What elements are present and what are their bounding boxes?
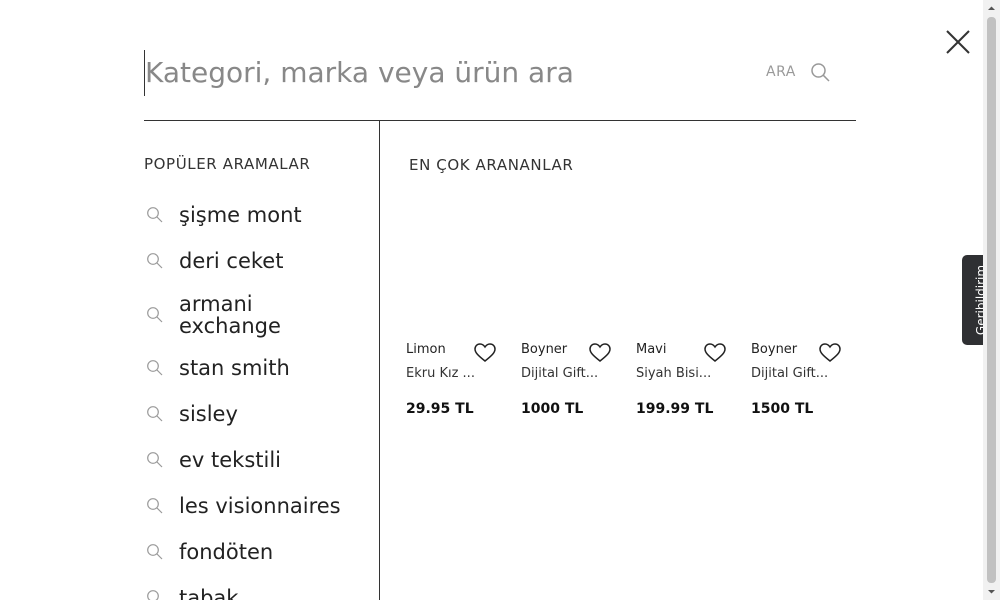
- popular-searches-list: şişme mont deri ceket armani exchange st…: [144, 200, 364, 600]
- scrollbar-thumb[interactable]: [987, 17, 996, 583]
- search-icon: [146, 589, 164, 600]
- product-price: 1000 TL: [521, 401, 584, 417]
- search-icon: [146, 306, 164, 324]
- popular-search-label: şişme mont: [179, 203, 302, 227]
- search-icon: [146, 252, 164, 270]
- scroll-down-arrow-icon[interactable]: [983, 583, 1000, 600]
- search-bar: ARA: [144, 48, 856, 96]
- popular-search-item[interactable]: les visionnaires: [144, 491, 364, 521]
- search-icon: [146, 206, 164, 224]
- search-icon[interactable]: [810, 62, 832, 84]
- product-brand: Boyner: [751, 342, 798, 357]
- popular-search-label: fondöten: [179, 540, 274, 564]
- popular-search-item[interactable]: deri ceket: [144, 246, 364, 276]
- search-icon: [146, 543, 164, 561]
- search-input[interactable]: [144, 48, 744, 96]
- popular-search-label: les visionnaires: [179, 494, 341, 518]
- product-card[interactable]: Boyner Dijital Gift... 1500 TL: [751, 340, 866, 430]
- product-name: Dijital Gift...: [751, 366, 829, 381]
- search-icon: [146, 359, 164, 377]
- heart-icon[interactable]: [474, 343, 496, 363]
- scrollbar[interactable]: [983, 0, 1000, 600]
- product-card[interactable]: Boyner Dijital Gift... 1000 TL: [521, 340, 636, 430]
- product-list: Limon Ekru Kız ... 29.95 TL Boyner Dijit…: [406, 340, 866, 430]
- popular-search-item[interactable]: ev tekstili: [144, 445, 364, 475]
- popular-search-item[interactable]: stan smith: [144, 353, 364, 383]
- popular-search-label: tabak: [179, 586, 239, 600]
- search-icon: [146, 405, 164, 423]
- vertical-divider: [379, 120, 380, 600]
- popular-search-item[interactable]: şişme mont: [144, 200, 364, 230]
- product-name: Siyah Bisi...: [636, 366, 712, 381]
- product-name: Dijital Gift...: [521, 366, 599, 381]
- scroll-up-arrow-icon[interactable]: [983, 0, 1000, 17]
- product-name: Ekru Kız ...: [406, 366, 475, 381]
- heart-icon[interactable]: [704, 343, 726, 363]
- product-brand: Limon: [406, 342, 446, 357]
- heart-icon[interactable]: [819, 343, 841, 363]
- close-icon[interactable]: [944, 28, 972, 56]
- search-icon: [146, 497, 164, 515]
- product-brand: Mavi: [636, 342, 667, 357]
- horizontal-divider: [144, 120, 856, 121]
- text-caret: [144, 50, 145, 96]
- search-button-label[interactable]: ARA: [766, 64, 796, 80]
- popular-search-label: ev tekstili: [179, 448, 282, 472]
- most-searched-title: EN ÇOK ARANANLAR: [409, 156, 574, 174]
- product-brand: Boyner: [521, 342, 568, 357]
- popular-search-label: deri ceket: [179, 249, 284, 273]
- heart-icon[interactable]: [589, 343, 611, 363]
- product-price: 29.95 TL: [406, 401, 474, 417]
- product-price: 1500 TL: [751, 401, 814, 417]
- product-card[interactable]: Limon Ekru Kız ... 29.95 TL: [406, 340, 521, 430]
- popular-search-label: armani exchange: [179, 292, 281, 338]
- popular-search-item[interactable]: tabak: [144, 583, 364, 600]
- popular-search-label: sisley: [179, 402, 238, 426]
- popular-search-label: stan smith: [179, 356, 290, 380]
- product-price: 199.99 TL: [636, 401, 714, 417]
- popular-search-item[interactable]: fondöten: [144, 537, 364, 567]
- popular-search-item[interactable]: sisley: [144, 399, 364, 429]
- popular-searches-title: POPÜLER ARAMALAR: [144, 155, 311, 173]
- product-card[interactable]: Mavi Siyah Bisi... 199.99 TL: [636, 340, 751, 430]
- popular-search-item[interactable]: armani exchange: [144, 292, 364, 338]
- search-icon: [146, 451, 164, 469]
